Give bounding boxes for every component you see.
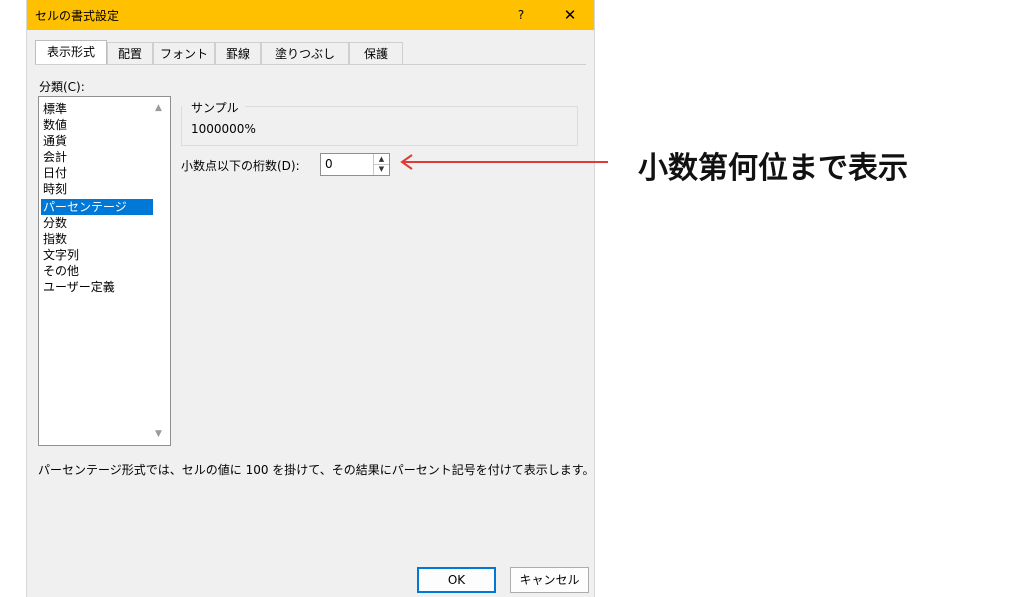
dialog-title: セルの書式設定 — [35, 9, 120, 23]
category-item-scientific[interactable]: 指数 — [41, 231, 153, 247]
category-item-general[interactable]: 標準 — [41, 101, 153, 117]
tab-font[interactable]: フォント — [153, 42, 215, 64]
annotation-text: 小数第何位まで表示 — [638, 151, 908, 186]
tab-protection[interactable]: 保護 — [349, 42, 403, 64]
stepper-buttons: ▲ ▼ — [373, 154, 389, 175]
category-item-percentage[interactable]: パーセンテージ — [41, 199, 153, 215]
category-label: 分類(C): — [39, 80, 85, 94]
tab-bar: 表示形式 配置 フォント 罫線 塗りつぶし 保護 — [27, 40, 594, 65]
category-item-accounting[interactable]: 会計 — [41, 149, 153, 165]
category-item-special[interactable]: その他 — [41, 263, 153, 279]
tab-fill[interactable]: 塗りつぶし — [261, 42, 349, 64]
tab-number[interactable]: 表示形式 — [35, 40, 107, 65]
category-item-time[interactable]: 時刻 — [41, 181, 153, 197]
category-item-text[interactable]: 文字列 — [41, 247, 153, 263]
tab-alignment[interactable]: 配置 — [107, 42, 153, 64]
sample-group-top-line — [245, 106, 578, 107]
category-item-custom[interactable]: ユーザー定義 — [41, 279, 153, 295]
scroll-up-arrow-icon[interactable]: ▲ — [155, 103, 162, 113]
category-item-fraction[interactable]: 分数 — [41, 215, 153, 231]
category-item-currency[interactable]: 通貨 — [41, 133, 153, 149]
close-button[interactable]: ✕ — [554, 0, 586, 30]
cancel-button[interactable]: キャンセル — [510, 567, 589, 593]
category-item-number[interactable]: 数値 — [41, 117, 153, 133]
sample-label: サンプル — [191, 99, 243, 116]
category-list[interactable]: 標準 数値 通貨 会計 日付 時刻 パーセンテージ 分数 指数 文字列 その他 … — [38, 96, 171, 446]
decimal-places-stepper[interactable]: 0 ▲ ▼ — [320, 153, 390, 176]
decimal-places-label: 小数点以下の桁数(D): — [181, 159, 300, 173]
format-cells-dialog: セルの書式設定 ? ✕ 表示形式 配置 フォント 罫線 塗りつぶし 保護 分類(… — [26, 0, 595, 597]
format-description: パーセンテージ形式では、セルの値に 100 を掛けて、その結果にパーセント記号を… — [38, 463, 595, 477]
decimal-places-input[interactable]: 0 — [325, 157, 333, 171]
ok-button[interactable]: OK — [417, 567, 496, 593]
category-item-date[interactable]: 日付 — [41, 165, 153, 181]
annotation-arrow-icon — [400, 154, 608, 170]
tab-border[interactable]: 罫線 — [215, 42, 261, 64]
tab-panel-divider — [35, 64, 586, 65]
dialog-titlebar: セルの書式設定 ? ✕ — [27, 0, 594, 30]
sample-value: 1000000% — [191, 122, 256, 136]
stepper-down-icon[interactable]: ▼ — [374, 164, 389, 174]
scroll-down-arrow-icon[interactable]: ▼ — [155, 429, 162, 439]
help-button[interactable]: ? — [511, 0, 531, 30]
